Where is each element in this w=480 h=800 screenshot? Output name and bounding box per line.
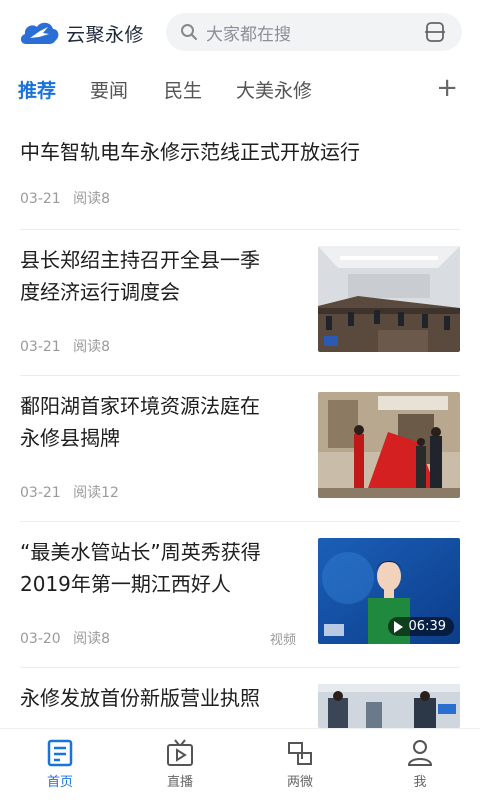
tab-recommend[interactable]: 推荐 — [18, 76, 56, 103]
video-tag: 视频 — [270, 633, 297, 648]
news-item[interactable]: “最美水管站长”周英秀获得2019年第一期江西好人 03-20 阅读8 视频 — [0, 522, 480, 668]
news-item[interactable]: 中车智轨电车永修示范线正式开放运行 03-21 阅读8 — [0, 112, 480, 230]
news-title: 中车智轨电车永修示范线正式开放运行 — [20, 140, 360, 164]
nav-live[interactable]: 直播 — [140, 737, 220, 790]
news-reads: 阅读8 — [73, 191, 111, 207]
nav-me[interactable]: 我 — [380, 737, 460, 790]
search-icon — [180, 23, 198, 41]
tab-livelihood[interactable]: 民生 — [164, 76, 202, 103]
news-meta: 03-21 阅读8 — [20, 188, 110, 208]
video-duration: 06:39 — [387, 617, 454, 636]
news-reads: 阅读12 — [73, 485, 119, 501]
app-logo[interactable]: 云聚永修 — [18, 17, 144, 49]
news-date: 03-20 — [20, 631, 61, 647]
news-title: 县长郑绍主持召开全县一季 度经济运行调度会 — [20, 248, 260, 304]
nav-me-label: 我 — [413, 775, 427, 790]
news-reads: 阅读8 — [73, 339, 111, 355]
scan-icon[interactable] — [424, 21, 446, 43]
category-tabs: 推荐 要闻 民生 大美永修 + — [0, 66, 480, 112]
tab-beautiful-yongxiu[interactable]: 大美永修 — [236, 76, 312, 103]
two-squares-icon — [288, 742, 312, 765]
nav-two-micro[interactable]: 两微 — [260, 737, 340, 790]
search-bar[interactable]: 大家都在搜 — [166, 13, 462, 51]
tab-headlines[interactable]: 要闻 — [90, 76, 128, 103]
add-channel-icon[interactable]: + — [436, 75, 458, 101]
news-thumbnail — [318, 246, 460, 352]
news-thumbnail — [318, 392, 460, 498]
nav-two-micro-label: 两微 — [286, 775, 313, 790]
nav-home[interactable]: 首页 — [20, 737, 100, 790]
news-meta: 03-20 阅读8 — [20, 628, 110, 648]
news-meta: 03-21 阅读12 — [20, 482, 119, 502]
nav-live-label: 直播 — [166, 775, 193, 790]
news-meta: 03-21 阅读8 — [20, 336, 110, 356]
cloud-bird-logo-icon — [20, 22, 59, 44]
news-title: 永修发放首份新版营业执照 — [20, 686, 260, 710]
user-icon — [407, 740, 433, 766]
news-date: 03-21 — [20, 339, 61, 355]
news-title: “最美水管站长”周英秀获得 2019年第一期江西好人 — [20, 540, 261, 596]
bottom-nav: 首页 直播 两微 我 — [0, 728, 480, 800]
news-date: 03-21 — [20, 191, 61, 207]
news-item[interactable]: 县长郑绍主持召开全县一季 度经济运行调度会 03-21 阅读8 — [0, 230, 480, 376]
news-thumbnail — [318, 684, 460, 728]
home-icon — [47, 739, 73, 767]
nav-home-label: 首页 — [46, 775, 73, 790]
live-tv-icon — [167, 739, 193, 766]
news-item[interactable]: 永修发放首份新版营业执照 — [0, 668, 480, 728]
news-date: 03-21 — [20, 485, 61, 501]
news-item[interactable]: 鄱阳湖首家环境资源法庭在 永修县揭牌 03-21 阅读12 — [0, 376, 480, 522]
news-reads: 阅读8 — [73, 631, 111, 647]
app-header: 云聚永修 大家都在搜 — [0, 0, 480, 64]
play-icon — [393, 620, 403, 633]
app-name: 云聚永修 — [66, 23, 145, 46]
search-placeholder: 大家都在搜 — [206, 24, 291, 45]
news-title: 鄱阳湖首家环境资源法庭在 永修县揭牌 — [20, 394, 260, 450]
video-thumbnail[interactable]: 06:39 — [318, 538, 460, 644]
